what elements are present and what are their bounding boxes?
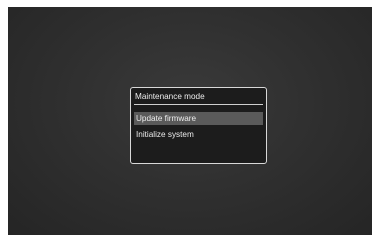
dialog-title: Maintenance mode [135,92,205,101]
menu-item-initialize-system[interactable]: Initialize system [134,128,263,141]
maintenance-dialog: Maintenance mode Update firmware Initial… [130,87,267,164]
menu-item-update-firmware[interactable]: Update firmware [134,112,263,125]
device-screen: Maintenance mode Update firmware Initial… [8,7,372,235]
title-divider [134,104,263,105]
maintenance-menu: Update firmware Initialize system [134,112,263,144]
